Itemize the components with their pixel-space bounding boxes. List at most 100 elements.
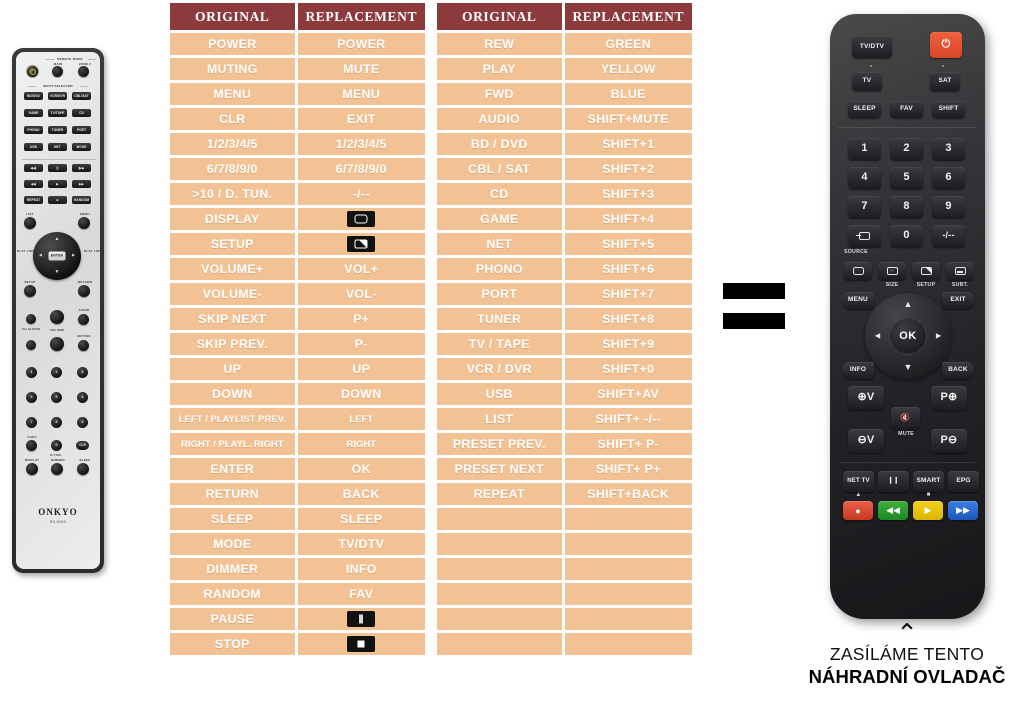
dpad-down-icon[interactable]: ▼ xyxy=(55,270,60,275)
transport-skip-prev-button[interactable]: ◀◀| xyxy=(24,164,43,172)
transport-random-button[interactable]: RANDOM xyxy=(72,196,91,204)
ok-button[interactable]: OK xyxy=(889,317,927,355)
list-button[interactable] xyxy=(24,217,36,229)
back-button[interactable]: BACK xyxy=(942,362,974,379)
sleep-button[interactable] xyxy=(77,463,89,475)
transport-stop-button[interactable]: ■ xyxy=(48,196,67,204)
sleep-button[interactable]: SLEEP xyxy=(848,101,881,118)
nav-up-icon[interactable]: ▲ xyxy=(904,300,913,309)
display-button[interactable] xyxy=(844,262,872,280)
input-button-game[interactable]: GAME xyxy=(24,109,43,117)
dpad-left-icon[interactable]: ◄ xyxy=(38,253,43,259)
info-button[interactable]: INFO xyxy=(842,362,874,379)
nav-down-icon[interactable]: ▼ xyxy=(904,363,913,372)
keypad-8[interactable]: 8 xyxy=(51,417,62,428)
nav-left-icon[interactable]: ◄ xyxy=(873,331,882,341)
keypad-7[interactable]: 7 xyxy=(26,417,37,428)
keypad-9[interactable]: 9 xyxy=(77,417,88,428)
keypad-7[interactable]: 7 xyxy=(848,196,881,218)
input-button-cd[interactable]: CD xyxy=(72,109,91,117)
keypad-0[interactable]: 0 xyxy=(51,440,62,451)
transport-repeat-button[interactable]: REPEAT xyxy=(24,196,43,204)
program-up-button[interactable]: P⊕ xyxy=(931,386,967,410)
program-down-button[interactable]: P⊖ xyxy=(931,429,967,453)
remote-mode-main-button[interactable] xyxy=(52,66,63,77)
keypad-4[interactable]: 4 xyxy=(26,392,37,403)
input-button-usb[interactable]: USB xyxy=(24,143,43,151)
keypad-8[interactable]: 8 xyxy=(890,196,923,218)
subtitle-button[interactable] xyxy=(946,262,974,280)
keypad-1[interactable]: 1 xyxy=(26,367,37,378)
keypad-2[interactable]: 2 xyxy=(890,138,923,160)
ch-album-up-button[interactable] xyxy=(26,314,36,324)
tv-dtv-button[interactable]: TV/DTV xyxy=(852,36,892,58)
tv-button[interactable]: TV xyxy=(852,72,882,91)
keypad-9[interactable]: 9 xyxy=(932,196,965,218)
power-button[interactable]: ⏻ xyxy=(930,32,962,58)
input-button-bd-dvd[interactable]: BD/DVD xyxy=(24,92,43,100)
dash-button[interactable]: -/-- xyxy=(932,225,965,247)
input-button-port[interactable]: PORT xyxy=(72,126,91,134)
size-button[interactable] xyxy=(878,262,906,280)
keypad-1[interactable]: 1 xyxy=(848,138,881,160)
setup-button[interactable] xyxy=(912,262,940,280)
transport-skip-next-button[interactable]: |▶▶ xyxy=(72,164,91,172)
nav-right-icon[interactable]: ► xyxy=(934,331,943,341)
transport-play-button[interactable]: ▶ xyxy=(48,180,67,188)
ch-album-down-button[interactable] xyxy=(26,340,36,350)
clr-button[interactable]: CLR xyxy=(76,441,89,450)
enter-button[interactable]: ENTER xyxy=(48,251,66,261)
smart-button[interactable]: SMART xyxy=(913,471,944,492)
keypad-3[interactable]: 3 xyxy=(932,138,965,160)
input-button-tuner[interactable]: TUNER xyxy=(48,126,67,134)
epg-button[interactable]: EPG xyxy=(948,471,979,492)
keypad-5[interactable]: 5 xyxy=(51,392,62,403)
rewind-green-button[interactable]: ◀◀ xyxy=(878,501,908,520)
dpad-up-icon[interactable]: ▲ xyxy=(55,237,60,242)
dpad[interactable]: ▲ ▼ ◄ ► ENTER xyxy=(33,232,81,280)
setup-button[interactable] xyxy=(24,285,36,297)
keypad-3[interactable]: 3 xyxy=(77,367,88,378)
keypad-6[interactable]: 6 xyxy=(77,392,88,403)
caps-button[interactable] xyxy=(26,440,37,451)
input-button-net[interactable]: NET xyxy=(48,143,67,151)
keypad-6[interactable]: 6 xyxy=(932,167,965,189)
transport-fwd-button[interactable]: ▶▶ xyxy=(72,180,91,188)
mute-button[interactable]: 🔇 xyxy=(891,407,920,429)
input-button-cbl-sat[interactable]: CBL/SAT xyxy=(72,92,91,100)
play-yellow-button[interactable]: ▶ xyxy=(913,501,943,520)
shift-button[interactable]: SHIFT xyxy=(932,101,965,118)
keypad-0[interactable]: 0 xyxy=(890,225,923,247)
keypad-5[interactable]: 5 xyxy=(890,167,923,189)
volume-down-button[interactable]: ⊖V xyxy=(848,429,884,453)
dpad-right-icon[interactable]: ► xyxy=(71,253,76,259)
remote-mode-zone2-button[interactable] xyxy=(78,66,89,77)
volume-up-button[interactable]: ⊕V xyxy=(848,386,884,410)
menu-button[interactable]: MENU xyxy=(842,292,874,309)
transport-rew-button[interactable]: ◀◀ xyxy=(24,180,43,188)
forward-blue-button[interactable]: ▶▶ xyxy=(948,501,978,520)
input-button-vcr-dvr[interactable]: VCR/DVR xyxy=(48,92,67,100)
input-button-phono[interactable]: PHONO xyxy=(24,126,43,134)
record-red-button[interactable]: ● xyxy=(843,501,873,520)
audio-button[interactable] xyxy=(78,314,89,325)
display-button[interactable] xyxy=(26,463,38,475)
power-button[interactable] xyxy=(26,65,39,78)
volume-down-button[interactable] xyxy=(50,337,64,351)
exit-button[interactable]: EXIT xyxy=(942,292,974,309)
dimmer-button[interactable] xyxy=(51,463,63,475)
input-button-tv-tape[interactable]: TV/TAPE xyxy=(48,109,67,117)
keypad-2[interactable]: 2 xyxy=(51,367,62,378)
fav-button[interactable]: FAV xyxy=(890,101,923,118)
input-button-mode[interactable]: MODE xyxy=(72,143,91,151)
navigation-ring[interactable]: ▲ ▼ ◄ ► OK xyxy=(865,293,951,379)
sat-button[interactable]: SAT xyxy=(930,72,960,91)
transport-pause-button[interactable]: || xyxy=(48,164,67,172)
muting-button[interactable] xyxy=(78,340,89,351)
pause-button[interactable]: ❙❙ xyxy=(878,471,909,492)
menu-button[interactable] xyxy=(78,217,90,229)
return-button[interactable] xyxy=(78,285,90,297)
keypad-4[interactable]: 4 xyxy=(848,167,881,189)
source-button[interactable] xyxy=(848,225,881,247)
net-tv-button[interactable]: NET TV xyxy=(843,471,874,492)
